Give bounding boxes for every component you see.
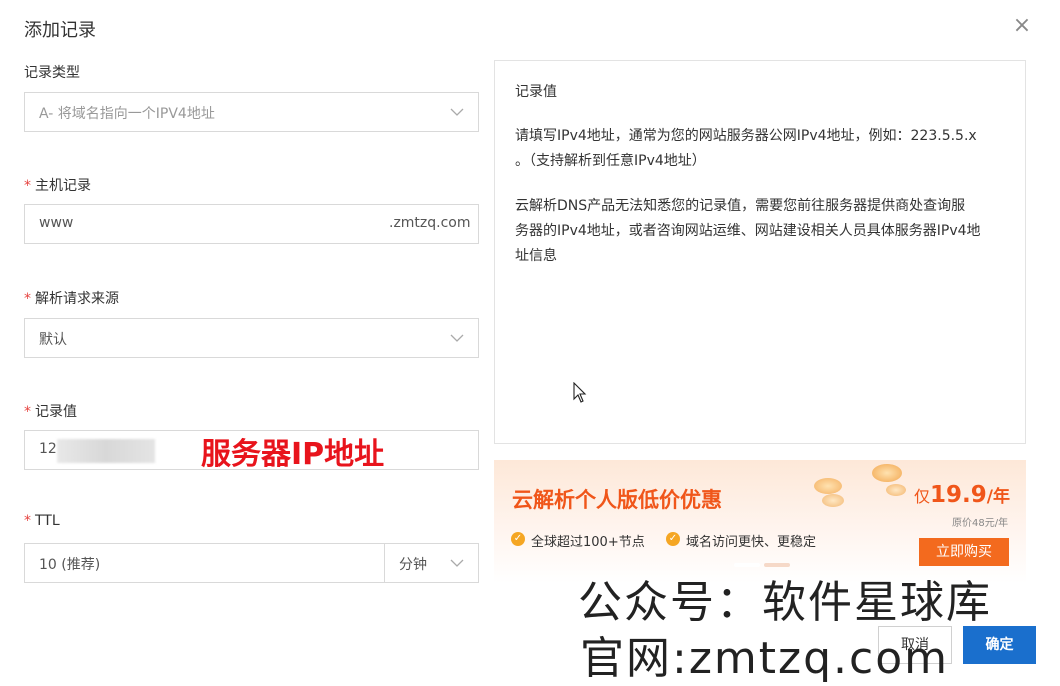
confirm-button[interactable]: 确定 [963, 626, 1036, 664]
help-para2-line1: 云解析DNS产品无法知悉您的记录值，需要您前往服务器提供商处查询服 [515, 198, 966, 214]
required-mark: * [24, 291, 31, 307]
host-record-label: * 主机记录 [24, 175, 91, 195]
help-title: 记录值 [515, 84, 557, 100]
record-value-text: 12 [39, 441, 57, 457]
help-para2-line2: 务器的IPv4地址，或者咨询网站运维、网站建设相关人员具体服务器IPv4地 [515, 223, 981, 239]
chevron-down-icon [450, 334, 464, 342]
coin-icon [886, 484, 906, 496]
ip-annotation: 服务器IP地址 [201, 437, 385, 472]
domain-suffix: .zmtzq.com [389, 215, 471, 231]
ttl-label: * TTL [24, 513, 60, 529]
record-type-value: A- 将域名指向一个IPV4地址 [39, 106, 215, 122]
source-label: * 解析请求来源 [24, 288, 119, 308]
mouse-cursor-icon [573, 382, 587, 403]
promo-banner[interactable]: 云解析个人版低价优惠 仅19.9/年 原价48元/年 ✓ 全球超过100+节点 … [494, 460, 1026, 583]
record-value-label-text: 记录值 [35, 404, 77, 420]
check-icon: ✓ [511, 532, 525, 546]
coin-icon [872, 464, 902, 482]
price-value: 19.9 [930, 482, 987, 508]
feature-2: 域名访问更快、更稳定 [686, 535, 817, 550]
ttl-value: 10 (推荐) [39, 557, 101, 573]
dialog-title: 添加记录 [24, 20, 96, 41]
coin-icon [822, 494, 844, 507]
source-label-text: 解析请求来源 [35, 291, 119, 307]
source-value: 默认 [39, 332, 67, 348]
price-unit: /年 [986, 487, 1010, 507]
promo-title: 云解析个人版低价优惠 [512, 488, 722, 512]
help-para2-line3: 址信息 [515, 248, 557, 264]
chevron-down-icon [450, 108, 464, 116]
close-icon[interactable]: × [1012, 15, 1032, 37]
host-record-input[interactable]: www .zmtzq.com [24, 204, 479, 244]
required-mark: * [24, 513, 31, 529]
ttl-label-text: TTL [35, 513, 60, 529]
record-type-select[interactable]: A- 将域名指向一个IPV4地址 [24, 92, 479, 132]
price-prefix: 仅 [914, 487, 931, 506]
check-icon: ✓ [666, 532, 680, 546]
record-type-label: 记录类型 [24, 65, 80, 81]
help-para1-line2: 。（支持解析到任意IPv4地址） [515, 153, 706, 169]
watermark-line1: 公众号：软件星球库 [578, 577, 992, 628]
required-mark: * [24, 178, 31, 194]
promo-price: 仅19.9/年 [914, 482, 1010, 508]
required-mark: * [24, 404, 31, 420]
record-value-input[interactable]: 12 服务器IP地址 [24, 430, 479, 472]
coin-icon [814, 478, 842, 494]
ttl-unit-value: 分钟 [399, 557, 427, 573]
ttl-unit-select[interactable]: 分钟 [384, 543, 479, 583]
chevron-down-icon [450, 559, 464, 567]
source-select[interactable]: 默认 [24, 318, 479, 358]
record-value-label: * 记录值 [24, 401, 77, 421]
original-price: 原价48元/年 [952, 518, 1009, 529]
help-para1-line1: 请填写IPv4地址，通常为您的网站服务器公网IPv4地址，例如：223.5.5.… [515, 128, 977, 144]
ttl-input[interactable]: 10 (推荐) [24, 543, 385, 583]
feature-1: 全球超过100+节点 [531, 535, 645, 550]
host-record-value: www [39, 215, 74, 231]
blurred-ip [57, 439, 155, 463]
help-panel: 记录值 请填写IPv4地址，通常为您的网站服务器公网IPv4地址，例如：223.… [494, 60, 1026, 444]
host-record-label-text: 主机记录 [35, 178, 91, 194]
watermark-line2: 官网:zmtzq.com [580, 633, 950, 684]
buy-now-button[interactable]: 立即购买 [919, 538, 1009, 566]
